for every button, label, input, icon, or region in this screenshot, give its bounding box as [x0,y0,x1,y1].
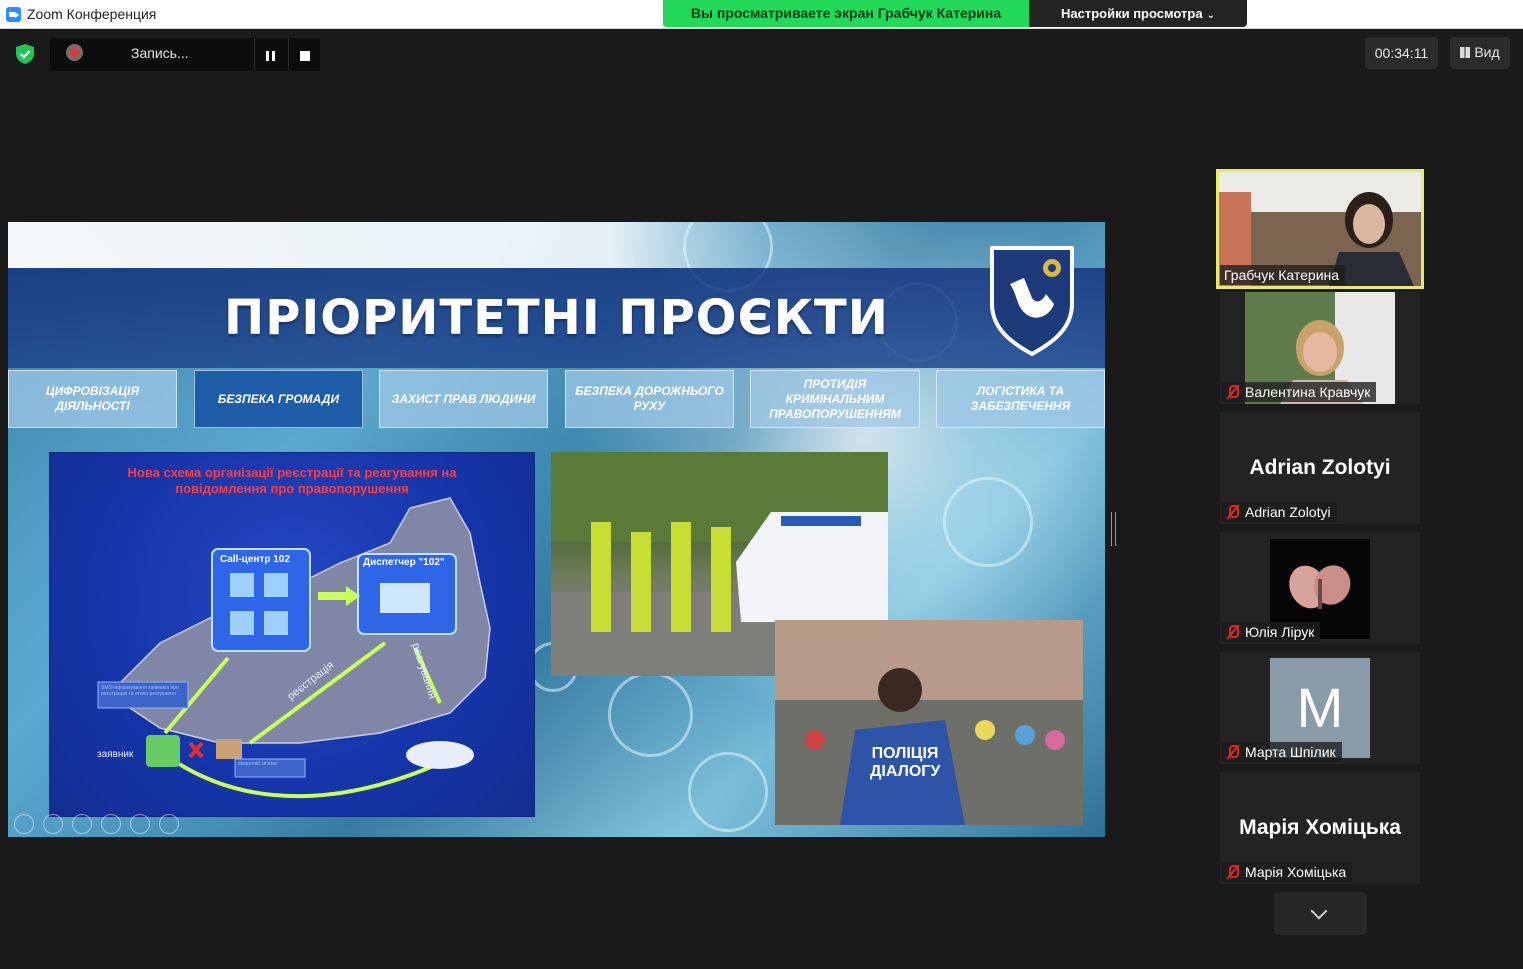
participant-tile[interactable]: M Марта Шпілик [1220,652,1420,764]
tab-community-safety: Безпека громади [194,370,363,428]
document-icon-circle [688,752,768,832]
participant-name-tag: Марія Хоміцька [1222,862,1353,882]
stop-recording-button[interactable] [288,38,320,71]
screen-share-banner: Вы просматриваете экран Грабчук Катерина [663,0,1029,27]
next-slide-icon[interactable] [43,814,63,834]
callcenter-label: Call-центр 102 [220,554,290,565]
slide-heading: ПРІОРИТЕТНІ ПРОЄКТИ [224,290,889,346]
participant-tile-active-speaker[interactable]: Грабчук Катерина [1216,169,1424,289]
participant-tile[interactable]: Валентина Кравчук [1220,292,1420,404]
brain-icon-circle [608,672,693,757]
participant-name-tag: Adrian Zolotyi [1222,502,1337,522]
chevron-down-icon [1310,902,1328,920]
view-settings-button[interactable]: Настройки просмотра ⌄ [1029,0,1247,27]
recording-dot-icon [66,44,83,61]
participant-name-tag: Марта Шпілик [1222,742,1342,762]
panel-splitter-handle[interactable] [1111,512,1116,546]
crowd-graphic [775,620,1083,825]
more-icon[interactable] [159,814,179,834]
dialogue-police-photo: поліція діалогу [775,620,1083,825]
photo-caption: поліція діалогу [870,745,941,780]
view-button-label: Вид [1474,44,1500,60]
recording-label: Запись... [131,45,189,61]
encryption-shield-icon[interactable] [14,43,36,65]
tab-digitalization: Цифровізація діяльності [8,370,177,428]
tab-crime-prevention: Протидія кримінальним правопорушенням [750,370,920,428]
police-emblem-icon [990,246,1074,356]
dispatcher-label: Диспетчер "102" [363,557,445,568]
prev-slide-icon[interactable] [14,814,34,834]
muted-mic-icon [1226,624,1239,640]
participant-display-name: Марія Хоміцька [1239,816,1401,839]
bank-icon-circle [943,477,1033,567]
tab-human-rights: Захист прав людини [379,370,548,428]
participant-name: Грабчук Катерина [1224,267,1340,283]
view-button[interactable]: Вид [1450,37,1510,69]
slides-icon[interactable] [101,814,121,834]
participant-name: Марта Шпілик [1245,744,1336,760]
view-settings-label: Настройки просмотра [1061,6,1203,21]
pause-recording-button[interactable] [254,38,286,71]
stop-icon [299,50,310,61]
participant-tile[interactable]: Марія Хоміцька Марія Хоміцька [1220,772,1420,884]
sms-note: SMS-інформування заявника про реєстрацію… [101,685,179,697]
pen-icon[interactable] [72,814,92,834]
pause-icon [266,50,275,61]
tab-logistics: Логістика та забезпечення [936,370,1105,428]
shared-screen-slide: ПРІОРИТЕТНІ ПРОЄКТИ Цифровізація діяльно… [8,222,1105,837]
muted-mic-icon [1226,744,1239,760]
muted-mic-icon [1226,864,1239,880]
gallery-scroll-down-button[interactable] [1274,892,1367,935]
slide-nav-controls [14,814,179,834]
chevron-down-icon: ⌄ [1206,10,1215,21]
window-title: Zoom Конференция [27,6,157,22]
applicant-label: заявник [97,749,134,760]
muted-mic-icon [1226,504,1239,520]
participant-name: Adrian Zolotyi [1245,504,1331,520]
zoom-app-icon [6,7,21,22]
participant-name-tag: Грабчук Катерина [1220,265,1346,285]
participant-tile[interactable]: Юлія Лірук [1220,532,1420,644]
participant-name: Юлія Лірук [1245,624,1315,640]
participant-tile[interactable]: Adrian Zolotyi Adrian Zolotyi [1220,412,1420,524]
slide-top-strip [8,222,1105,268]
meeting-timer: 00:34:11 [1365,37,1438,69]
participant-name-tag: Валентина Кравчук [1222,382,1377,402]
participant-display-name: Adrian Zolotyi [1249,456,1391,479]
participant-name-tag: Юлія Лірук [1222,622,1321,642]
zoom-icon[interactable] [130,814,150,834]
participant-name: Валентина Кравчук [1245,384,1371,400]
feedback-note: зворотній зв'язок [238,761,278,767]
response-scheme-diagram: Нова схема організації реєстрації та реа… [49,452,535,817]
participant-name: Марія Хоміцька [1245,864,1347,880]
grid-view-icon [1460,47,1471,58]
muted-mic-icon [1226,384,1239,400]
tab-road-safety: Безпека дорожнього руху [565,370,734,428]
